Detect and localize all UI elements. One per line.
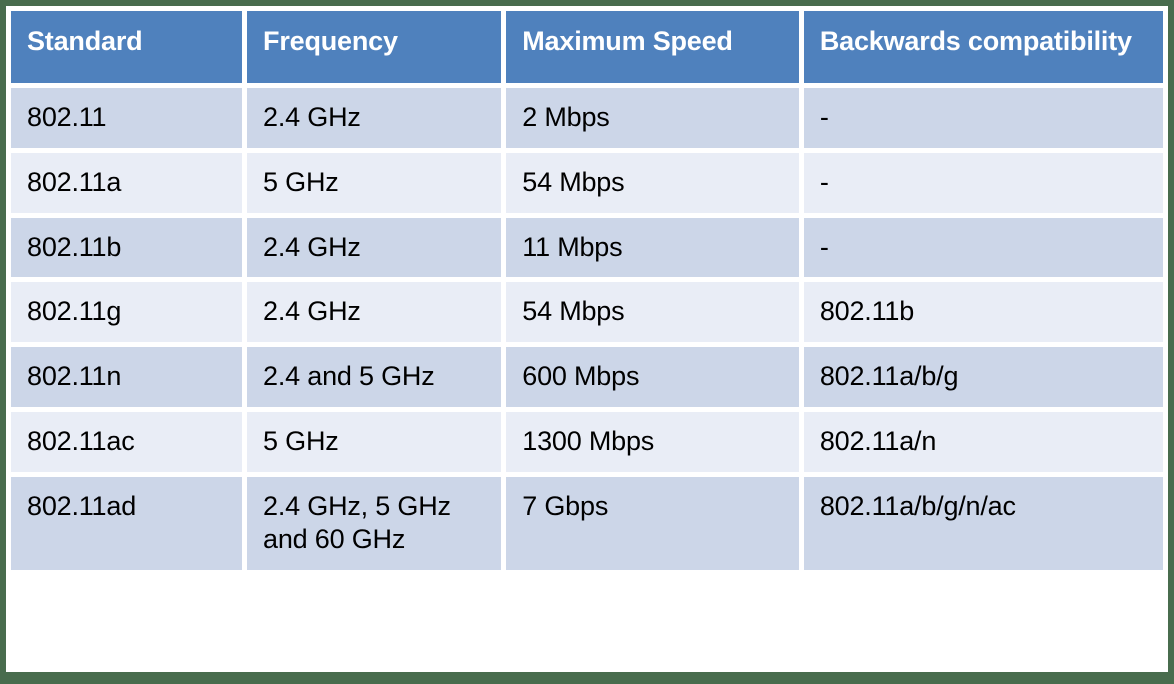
cell-maximum-speed: 7 Gbps — [506, 476, 799, 570]
cell-backwards-compatibility: 802.11a/b/g/n/ac — [803, 476, 1163, 570]
cell-frequency: 2.4 GHz, 5 GHz and 60 GHz — [247, 476, 502, 570]
cell-maximum-speed: 54 Mbps — [506, 282, 799, 342]
cell-maximum-speed: 54 Mbps — [506, 152, 799, 213]
column-header-backwards-compatibility: Backwards compatibility — [803, 11, 1163, 83]
cell-backwards-compatibility: 802.11a/b/g — [803, 347, 1163, 407]
cell-backwards-compatibility: 802.11b — [803, 282, 1163, 342]
cell-maximum-speed: 2 Mbps — [506, 88, 799, 148]
table-row: 802.11n 2.4 and 5 GHz 600 Mbps 802.11a/b… — [11, 347, 1163, 407]
column-header-frequency: Frequency — [247, 11, 502, 83]
table-row: 802.11a 5 GHz 54 Mbps - — [11, 152, 1163, 213]
cell-standard: 802.11 — [11, 88, 243, 148]
cell-frequency: 2.4 GHz — [247, 217, 502, 278]
cell-standard: 802.11b — [11, 217, 243, 278]
wifi-standards-table: Standard Frequency Maximum Speed Backwar… — [6, 6, 1168, 575]
column-header-standard: Standard — [11, 11, 243, 83]
table-row: 802.11g 2.4 GHz 54 Mbps 802.11b — [11, 282, 1163, 342]
cell-backwards-compatibility: - — [803, 152, 1163, 213]
cell-maximum-speed: 600 Mbps — [506, 347, 799, 407]
cell-standard: 802.11ad — [11, 476, 243, 570]
cell-frequency: 2.4 and 5 GHz — [247, 347, 502, 407]
cell-frequency: 2.4 GHz — [247, 88, 502, 148]
cell-standard: 802.11n — [11, 347, 243, 407]
cell-backwards-compatibility: - — [803, 88, 1163, 148]
cell-standard: 802.11g — [11, 282, 243, 342]
column-header-maximum-speed: Maximum Speed — [506, 11, 799, 83]
table-row: 802.11ad 2.4 GHz, 5 GHz and 60 GHz 7 Gbp… — [11, 476, 1163, 570]
cell-frequency: 5 GHz — [247, 152, 502, 213]
header-row: Standard Frequency Maximum Speed Backwar… — [11, 11, 1163, 83]
table-frame: Standard Frequency Maximum Speed Backwar… — [6, 6, 1168, 672]
table-row: 802.11 2.4 GHz 2 Mbps - — [11, 88, 1163, 148]
cell-maximum-speed: 1300 Mbps — [506, 411, 799, 472]
cell-frequency: 2.4 GHz — [247, 282, 502, 342]
cell-standard: 802.11a — [11, 152, 243, 213]
table-row: 802.11b 2.4 GHz 11 Mbps - — [11, 217, 1163, 278]
table-header: Standard Frequency Maximum Speed Backwar… — [11, 11, 1163, 83]
cell-maximum-speed: 11 Mbps — [506, 217, 799, 278]
cell-backwards-compatibility: 802.11a/n — [803, 411, 1163, 472]
cell-standard: 802.11ac — [11, 411, 243, 472]
cell-backwards-compatibility: - — [803, 217, 1163, 278]
table-body: 802.11 2.4 GHz 2 Mbps - 802.11a 5 GHz 54… — [11, 88, 1163, 570]
cell-frequency: 5 GHz — [247, 411, 502, 472]
table-row: 802.11ac 5 GHz 1300 Mbps 802.11a/n — [11, 411, 1163, 472]
